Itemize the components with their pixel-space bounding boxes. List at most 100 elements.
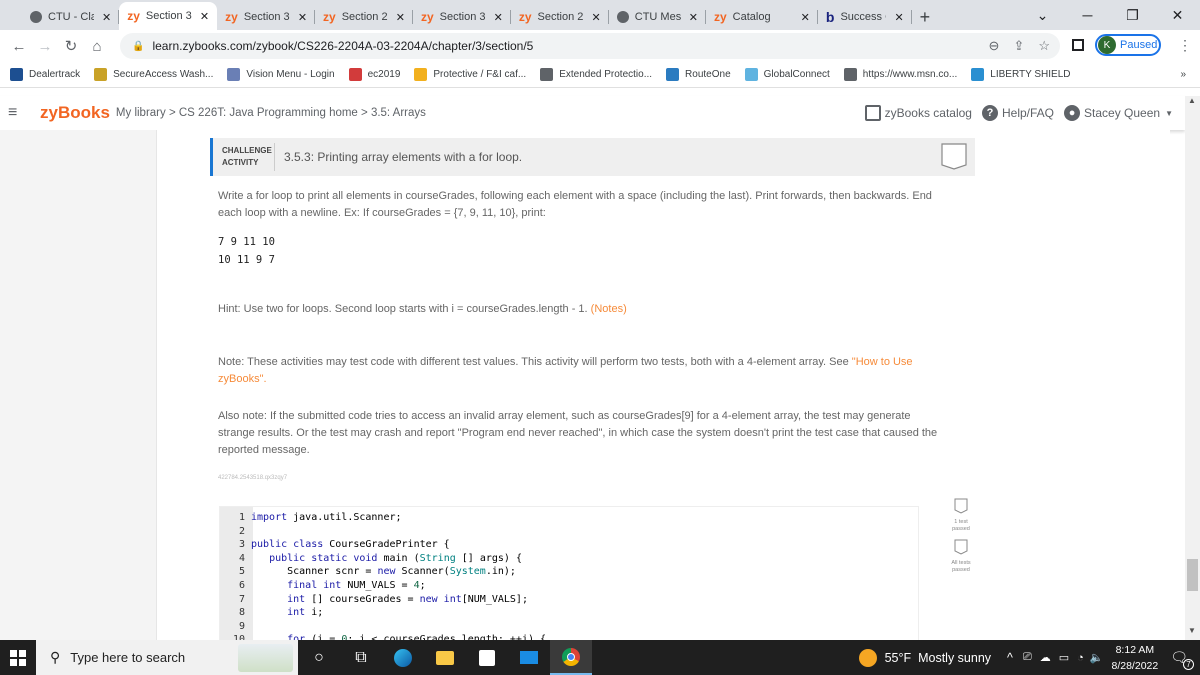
- bookmark-label: Extended Protectio...: [559, 69, 653, 80]
- menu-icon[interactable]: ⋮: [1178, 37, 1192, 54]
- notes-link[interactable]: (Notes): [591, 303, 627, 315]
- code-text[interactable]: int i;: [251, 606, 323, 620]
- code-line[interactable]: 2: [220, 525, 546, 539]
- left-gutter: [0, 130, 157, 640]
- code-content[interactable]: 1 import java.util.Scanner; 2 3 public class…: [220, 511, 546, 640]
- zybooks-favicon-icon: zy: [518, 10, 532, 24]
- close-tab-icon[interactable]: ✕: [592, 11, 601, 24]
- browser-tab[interactable]: b Success Cc ✕: [818, 4, 912, 30]
- code-editor[interactable]: 1 import java.util.Scanner; 2 3 public class…: [219, 506, 919, 640]
- taskbar-search[interactable]: ⚲ Type here to search: [36, 640, 298, 675]
- bookmark-item[interactable]: ec2019: [348, 68, 400, 81]
- code-line[interactable]: 1 import java.util.Scanner;: [220, 511, 546, 525]
- code-line[interactable]: 5 Scanner scnr = new Scanner(System.in);: [220, 565, 546, 579]
- reload-button[interactable]: ↻: [60, 37, 82, 55]
- page-scrollbar[interactable]: ▲ ▼: [1185, 96, 1200, 640]
- close-window-button[interactable]: ✕: [1155, 7, 1200, 24]
- bookmark-item[interactable]: RouteOne: [666, 68, 731, 81]
- code-text[interactable]: public static void main (String [] args)…: [251, 552, 522, 566]
- restore-button[interactable]: ❐: [1110, 7, 1155, 24]
- scroll-down-arrow-icon[interactable]: ▼: [1188, 626, 1196, 635]
- browser-tab[interactable]: zy Section 3.1 ✕: [217, 4, 316, 30]
- profile-button[interactable]: K Paused: [1095, 34, 1161, 56]
- edge-icon[interactable]: [382, 640, 424, 675]
- browser-tab[interactable]: CTU Messe ✕: [609, 4, 706, 30]
- mail-icon[interactable]: [508, 640, 550, 675]
- bookmark-item[interactable]: https://www.msn.co...: [843, 68, 957, 81]
- code-text[interactable]: Scanner scnr = new Scanner(System.in);: [251, 565, 516, 579]
- bookmark-item[interactable]: SecureAccess Wash...: [94, 68, 213, 81]
- battery-icon[interactable]: ▭: [1059, 651, 1069, 664]
- browser-tab[interactable]: zy Section 2.9 ✕: [315, 4, 413, 30]
- code-text[interactable]: import java.util.Scanner;: [251, 511, 402, 525]
- browser-tab[interactable]: zy Section 2.1 ✕: [511, 4, 609, 30]
- close-tab-icon[interactable]: ✕: [200, 10, 209, 23]
- browser-tab[interactable]: zy Section 3.5 ✕: [119, 2, 218, 30]
- url-text[interactable]: learn.zybooks.com/zybook/CS226-2204A-03-…: [152, 39, 533, 53]
- new-tab-button[interactable]: +: [920, 4, 931, 30]
- catalog-link[interactable]: zyBooks catalog: [864, 105, 972, 121]
- bookmark-item[interactable]: Dealertrack: [10, 68, 80, 81]
- close-tab-icon[interactable]: ✕: [396, 11, 405, 24]
- browser-tab[interactable]: zy Section 3.3 ✕: [413, 4, 511, 30]
- home-button[interactable]: ⌂: [86, 38, 108, 55]
- scroll-up-arrow-icon[interactable]: ▲: [1188, 96, 1196, 105]
- start-button[interactable]: [0, 640, 36, 675]
- share-icon[interactable]: ⇪: [1013, 38, 1024, 54]
- minimize-button[interactable]: ─: [1065, 7, 1110, 23]
- bookmark-item[interactable]: GlobalConnect: [744, 68, 830, 81]
- close-tab-icon[interactable]: ✕: [494, 11, 503, 24]
- code-line[interactable]: 3 public class CourseGradePrinter {: [220, 538, 546, 552]
- code-text[interactable]: public class CourseGradePrinter {: [251, 538, 450, 552]
- weather-text[interactable]: 55°F Mostly sunny: [885, 651, 991, 665]
- back-button[interactable]: ←: [8, 38, 30, 55]
- onedrive-icon[interactable]: ☁: [1040, 651, 1051, 664]
- code-line[interactable]: 8 int i;: [220, 606, 546, 620]
- browser-tab[interactable]: zy Catalog ✕: [706, 4, 818, 30]
- code-text[interactable]: final int NUM_VALS = 4;: [251, 579, 426, 593]
- tab-search-icon[interactable]: ⌄: [1020, 7, 1065, 24]
- bookmark-item[interactable]: Protective / F&I caf...: [414, 68, 526, 81]
- code-line[interactable]: 4 public static void main (String [] arg…: [220, 552, 546, 566]
- network-icon[interactable]: ◔: [1077, 652, 1084, 664]
- file-explorer-icon[interactable]: [424, 640, 466, 675]
- task-view-icon[interactable]: ⧉: [340, 640, 382, 675]
- store-icon[interactable]: [466, 640, 508, 675]
- close-tab-icon[interactable]: ✕: [801, 11, 810, 24]
- weather-icon[interactable]: [858, 648, 877, 667]
- side-panel-icon[interactable]: [1072, 39, 1084, 51]
- browser-tab[interactable]: CTU - Clas ✕: [22, 4, 120, 30]
- bookmark-item[interactable]: LIBERTY SHIELD: [971, 68, 1071, 81]
- scrollbar-thumb[interactable]: [1187, 559, 1198, 591]
- clock[interactable]: 8:12 AM 8/28/2022: [1112, 642, 1159, 674]
- code-line[interactable]: 9: [220, 620, 546, 634]
- zoom-icon[interactable]: ⊖: [989, 38, 1000, 54]
- help-link[interactable]: ? Help/FAQ: [981, 105, 1054, 121]
- chrome-icon[interactable]: [550, 640, 592, 675]
- cortana-icon[interactable]: ○: [298, 640, 340, 675]
- bookmark-item[interactable]: Extended Protectio...: [540, 68, 652, 81]
- tray-overflow-icon[interactable]: ^: [1007, 651, 1013, 665]
- breadcrumb[interactable]: My library > CS 226T: Java Programming h…: [116, 107, 426, 119]
- bookmark-star-icon[interactable]: ☆: [1038, 38, 1050, 54]
- line-number: 10: [232, 634, 245, 640]
- close-tab-icon[interactable]: ✕: [689, 11, 698, 24]
- code-line[interactable]: 7 int [] courseGrades = new int[NUM_VALS…: [220, 593, 546, 607]
- notifications-icon[interactable]: 🗨 7: [1170, 649, 1194, 670]
- forward-button[interactable]: →: [34, 38, 56, 55]
- code-line[interactable]: 10 for (i = 0; i < courseGrades.length; …: [220, 633, 546, 640]
- bookmarks-more-button[interactable]: »: [1180, 69, 1186, 80]
- close-tab-icon[interactable]: ✕: [102, 11, 111, 24]
- bookmark-item[interactable]: Vision Menu - Login: [227, 68, 335, 81]
- close-tab-icon[interactable]: ✕: [894, 11, 903, 24]
- hamburger-menu-icon[interactable]: ≡: [8, 104, 30, 122]
- code-line[interactable]: 6 final int NUM_VALS = 4;: [220, 579, 546, 593]
- user-menu[interactable]: ● Stacey Queen ▼: [1064, 105, 1173, 121]
- code-text[interactable]: for (i = 0; i < courseGrades.length; ++i…: [251, 633, 546, 640]
- meet-icon[interactable]: ⎚: [1023, 651, 1032, 664]
- zybooks-logo[interactable]: zyBooks: [40, 103, 110, 123]
- code-text[interactable]: int [] courseGrades = new int[NUM_VALS];: [251, 593, 528, 607]
- volume-icon[interactable]: 🔈: [1090, 651, 1104, 664]
- address-bar[interactable]: 🔒 learn.zybooks.com/zybook/CS226-2204A-0…: [120, 33, 1060, 59]
- close-tab-icon[interactable]: ✕: [298, 11, 307, 24]
